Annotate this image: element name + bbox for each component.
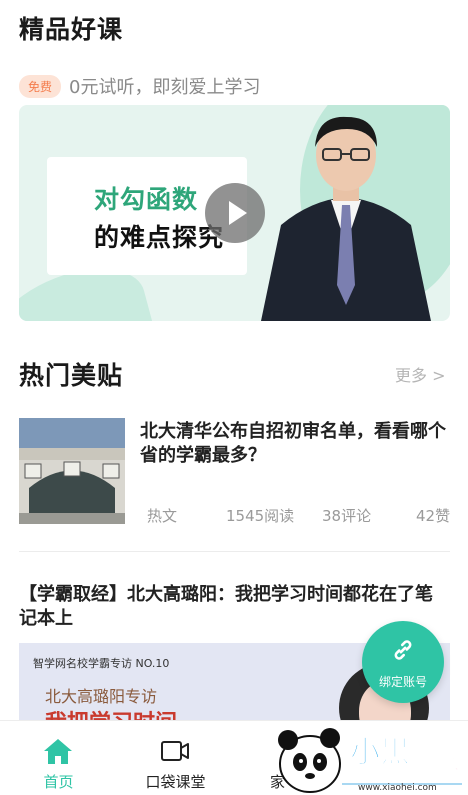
posts-section-title: 热门美贴 xyxy=(19,356,125,392)
teacher-photo xyxy=(261,116,431,321)
cover-caption: 智学网名校学霸专访 NO.10 xyxy=(33,657,170,670)
video-camera-icon xyxy=(161,741,189,761)
course-banner[interactable]: 对勾函数 的难点探究 xyxy=(19,105,450,321)
link-icon xyxy=(394,640,412,660)
courses-subtitle: 0元试听，即刻爱上学习 xyxy=(69,77,261,98)
article-tag: 热文 xyxy=(147,507,178,525)
watermark-logo: 小黑 游戏 www.xiaohei.com xyxy=(278,728,462,793)
svg-text:小黑: 小黑 xyxy=(350,735,410,770)
article-title[interactable]: 北大清华公布自招初审名单，看看哪个省的学霸最多？ xyxy=(140,420,450,468)
article-likes: 42赞 xyxy=(416,507,451,525)
article-thumbnail[interactable] xyxy=(19,418,125,524)
courses-title-text: 精品好课 xyxy=(19,15,124,44)
bind-account-label: 绑定账号 xyxy=(378,675,427,689)
svg-text:游戏: 游戏 xyxy=(420,749,460,773)
divider xyxy=(19,551,450,552)
posts-title-text: 热门美贴 xyxy=(19,361,124,390)
courses-subtitle-row: 免费 0元试听，即刻爱上学习 xyxy=(19,73,260,99)
play-button[interactable] xyxy=(205,183,265,243)
free-badge: 免费 xyxy=(19,74,62,98)
tab-label: 首页 xyxy=(43,773,74,791)
article-comments: 38评论 xyxy=(322,507,372,525)
home-icon xyxy=(44,739,72,764)
cover-subtitle: 北大高璐阳专访 xyxy=(45,687,158,706)
banner-title-line1: 对勾函数 xyxy=(94,185,199,214)
university-gate-image xyxy=(19,418,125,524)
more-link[interactable]: 更多 > xyxy=(395,362,446,386)
courses-section-title: 精品好课 xyxy=(19,10,125,46)
svg-text:www.xiaohei.com: www.xiaohei.com xyxy=(358,783,437,793)
tab-home[interactable]: 首页 xyxy=(0,721,117,795)
article-reads: 1545阅读 xyxy=(226,507,295,525)
banner-title-line2: 的难点探究 xyxy=(94,223,225,252)
bind-account-button[interactable]: 绑定账号 xyxy=(362,621,444,703)
